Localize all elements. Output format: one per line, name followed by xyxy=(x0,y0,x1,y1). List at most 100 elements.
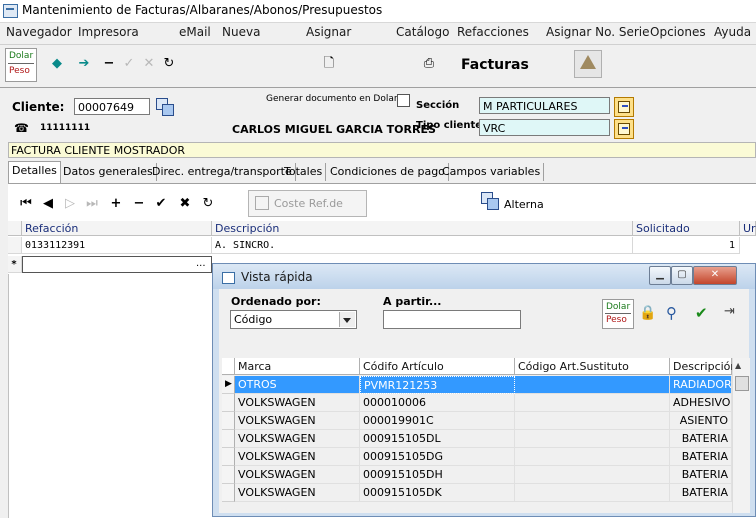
refresh-icon[interactable]: ↻ xyxy=(160,55,178,73)
add-row-icon[interactable]: + xyxy=(108,196,124,212)
col-codigo-sustituto[interactable]: Código Art.Sustituto xyxy=(515,358,670,375)
list-item[interactable]: VOLKSWAGEN 000915105DK BATERIA xyxy=(235,484,732,502)
section-field[interactable]: M PARTICULARES xyxy=(479,97,610,114)
order-by-select[interactable]: Código xyxy=(230,310,357,329)
accept-icon[interactable]: ✔ xyxy=(695,304,708,322)
list-item[interactable]: VOLKSWAGEN 000915105DG BATERIA xyxy=(235,448,732,466)
document-type-label: Facturas xyxy=(461,57,529,73)
row-indicator[interactable] xyxy=(222,484,235,502)
cell-descripcion[interactable]: A. SINCRO. xyxy=(212,237,633,254)
grid-left-border xyxy=(8,274,9,518)
client-name: CARLOS MIGUEL GARCIA TORRES xyxy=(232,123,436,136)
search-icon[interactable]: ⚲ xyxy=(666,304,677,322)
section-picker-icon[interactable] xyxy=(614,97,634,117)
minus-icon[interactable]: − xyxy=(100,55,118,73)
currency-toggle[interactable]: Dolar Peso xyxy=(5,48,37,82)
cell-desc: BATERIA xyxy=(670,484,732,502)
scroll-up-icon[interactable]: ▲ xyxy=(735,361,741,370)
cell-solicitado[interactable]: 1 xyxy=(633,237,740,254)
client-type-picker-icon[interactable] xyxy=(614,119,634,139)
menu-nueva[interactable]: Nueva xyxy=(222,25,260,39)
client-code-input[interactable]: 00007649 xyxy=(74,98,150,115)
row-indicator[interactable] xyxy=(222,412,235,430)
minimize-icon[interactable]: ▁ xyxy=(649,266,671,285)
menu-email[interactable]: eMail xyxy=(179,25,211,39)
from-input[interactable] xyxy=(383,310,521,329)
document-description[interactable]: FACTURA CLIENTE MOSTRADOR xyxy=(8,142,756,158)
row-indicator[interactable] xyxy=(222,448,235,466)
list-item[interactable]: VOLKSWAGEN 000915105DL BATERIA xyxy=(235,430,732,448)
lookup-ellipsis-button[interactable]: ... xyxy=(196,258,206,269)
menu-navegador[interactable]: Navegador xyxy=(6,25,72,39)
menu-opciones[interactable]: Opciones xyxy=(650,25,706,39)
cell-codigo: 000915105DK xyxy=(360,484,515,502)
cell-codigo: 000915105DH xyxy=(360,466,515,484)
alterna-icon[interactable] xyxy=(481,192,499,210)
menu-impresora[interactable]: Impresora xyxy=(78,25,139,39)
col-codigo-articulo[interactable]: Códifo Artículo xyxy=(360,358,515,375)
warning-icon[interactable] xyxy=(574,50,602,78)
prev-record-icon[interactable]: ◀ xyxy=(40,196,56,212)
scroll-thumb[interactable] xyxy=(735,376,749,391)
cell-sustituto xyxy=(515,448,670,466)
row-indicator[interactable] xyxy=(222,430,235,448)
menu-refacciones[interactable]: Refacciones xyxy=(457,25,529,39)
next-arrow-icon[interactable]: ➔ xyxy=(75,55,93,73)
menu-bar: Navegador Impresora eMail Nueva Asignar … xyxy=(0,23,756,43)
check-icon[interactable]: ✓ xyxy=(120,55,138,73)
col-descripcion[interactable]: Descripción xyxy=(212,221,633,236)
row-indicator[interactable] xyxy=(222,394,235,412)
col-ur[interactable]: Ur xyxy=(740,221,756,236)
tab-datos-generales[interactable]: Datos generales xyxy=(60,163,157,181)
dialog-currency-toggle[interactable]: Dolar Peso xyxy=(602,299,634,329)
tab-direc-entrega[interactable]: Direc. entrega/transporte xyxy=(149,163,296,181)
first-record-icon[interactable]: ⏮ xyxy=(18,196,34,212)
list-corner xyxy=(222,358,235,375)
close-icon[interactable]: ✕ xyxy=(693,266,737,285)
cancel-icon[interactable]: ✕ xyxy=(140,55,158,73)
printer-icon[interactable]: ⎙ xyxy=(420,55,438,73)
prev-arrow-icon[interactable]: ◆ xyxy=(48,55,66,73)
confirm-icon[interactable]: ✔ xyxy=(153,196,169,212)
list-item[interactable]: OTROS PVMR121253 RADIADOR xyxy=(235,376,732,394)
client-type-label: Tipo cliente xyxy=(416,120,483,131)
menu-asignar-no-serie[interactable]: Asignar No. Serie xyxy=(546,25,650,39)
alterna-button[interactable]: Alterna xyxy=(504,198,544,211)
generate-dolar-checkbox[interactable] xyxy=(397,94,410,107)
col-solicitado[interactable]: Solicitado xyxy=(633,221,740,236)
menu-asignar[interactable]: Asignar xyxy=(306,25,351,39)
new-document-icon[interactable]: 🗋 xyxy=(320,55,338,73)
maximize-icon[interactable]: ▢ xyxy=(671,266,693,285)
list-item[interactable]: VOLKSWAGEN 000019901C ASIENTO xyxy=(235,412,732,430)
list-item[interactable]: VOLKSWAGEN 000915105DH BATERIA xyxy=(235,466,732,484)
vertical-scrollbar[interactable]: ▲ xyxy=(732,358,750,513)
coste-ref-paso-button[interactable]: Coste Ref.de paso xyxy=(248,190,367,235)
tab-strip: Detalles Datos generales Direc. entrega/… xyxy=(8,161,756,183)
col-refaccion[interactable]: Refacción xyxy=(22,221,212,236)
cell-refaccion[interactable]: 0133112391 xyxy=(22,237,212,254)
cell-marca: VOLKSWAGEN xyxy=(235,466,360,484)
col-descripcion[interactable]: Descripción xyxy=(670,358,737,375)
phone-icon: ☎ xyxy=(14,121,29,135)
new-row-refaccion-input[interactable] xyxy=(22,256,212,273)
cell-sustituto xyxy=(515,430,670,448)
menu-catalogo[interactable]: Catálogo xyxy=(396,25,449,39)
row-indicator[interactable]: ▶ xyxy=(222,376,235,394)
last-record-icon[interactable]: ⏭ xyxy=(84,196,100,212)
next-record-icon[interactable]: ▷ xyxy=(62,196,78,212)
list-item[interactable]: VOLKSWAGEN 000010006 ADHESIVO xyxy=(235,394,732,412)
lock-icon[interactable]: 🔒 xyxy=(639,305,656,321)
cancel-edit-icon[interactable]: ✖ xyxy=(177,196,193,212)
menu-ayuda[interactable]: Ayuda xyxy=(714,25,751,39)
tab-condiciones-pago[interactable]: Condiciones de pago xyxy=(327,163,449,181)
tab-totales[interactable]: Totales xyxy=(281,163,327,181)
row-indicator[interactable] xyxy=(222,466,235,484)
exit-door-icon[interactable]: ⇥ xyxy=(724,304,735,319)
col-marca[interactable]: Marca xyxy=(235,358,360,375)
refresh-grid-icon[interactable]: ↻ xyxy=(200,196,216,212)
client-lookup-icon[interactable] xyxy=(156,98,174,116)
tab-detalles[interactable]: Detalles xyxy=(8,161,61,183)
delete-row-icon[interactable]: − xyxy=(131,196,147,212)
client-type-field[interactable]: VRC xyxy=(479,119,610,136)
tab-campos-variables[interactable]: Campos variables xyxy=(439,163,545,181)
